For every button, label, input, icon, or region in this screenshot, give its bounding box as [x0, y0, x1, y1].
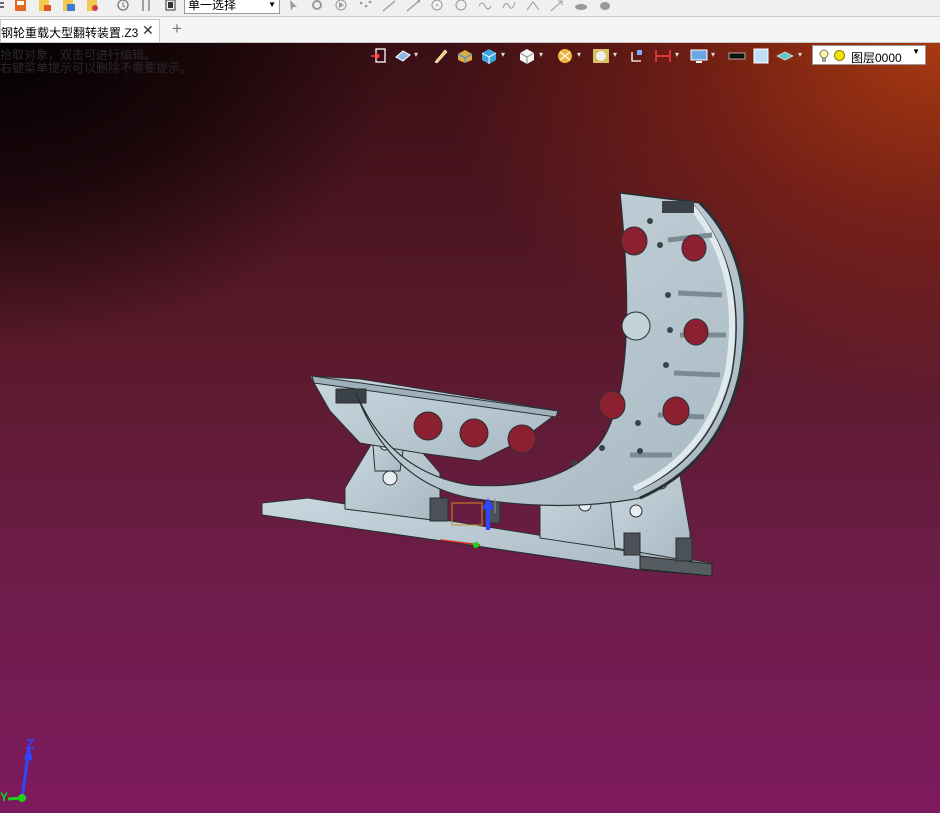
list-icon[interactable] [0, 0, 14, 12]
chevron-down-icon: ▼ [912, 47, 920, 56]
pen-icon[interactable] [432, 48, 450, 64]
axis-y-label: Y [0, 790, 9, 804]
curve-icon[interactable] [478, 0, 492, 12]
layer-dropdown[interactable]: 图层0000 ▼ [812, 45, 926, 65]
zoom-icon[interactable] [592, 48, 610, 64]
add-tab-icon[interactable]: + [172, 20, 182, 37]
viewport-hint: 拾取对象，双击可进行编辑。 右键菜单提示可以删除不需要提示。 [0, 49, 192, 75]
color-black-icon[interactable] [728, 48, 746, 64]
selection-mode-value: 单一选择 [188, 0, 237, 12]
chevron-down-icon[interactable]: ▾ [711, 50, 715, 59]
layer-name: 图层0000 [851, 51, 902, 65]
close-tab-icon[interactable]: ✕ [142, 23, 154, 37]
export-icon[interactable] [38, 0, 52, 12]
chevron-down-icon[interactable]: ▾ [613, 50, 617, 59]
layer-icon[interactable] [776, 48, 794, 64]
arrow-icon[interactable] [550, 0, 564, 12]
layer-status-dot [834, 50, 845, 61]
stop-icon[interactable] [140, 0, 154, 12]
play-icon[interactable] [334, 0, 348, 12]
view-toolbar: ▾ ▾ ▾ ▾ ▾ ▾ ▾ ▾ [370, 46, 810, 68]
section-icon[interactable] [556, 48, 574, 64]
project-icon[interactable] [526, 0, 540, 12]
shaded-icon[interactable] [456, 48, 474, 64]
import-icon[interactable] [62, 0, 76, 12]
document-tab-bar: 钢轮重载大型翻转装置.Z3 ✕ + [0, 17, 940, 43]
chevron-down-icon: ▼ [268, 0, 276, 9]
3d-viewport[interactable]: 拾取对象，双击可进行编辑。 右键菜单提示可以删除不需要提示。 ▾ ▾ ▾ ▾ ▾… [0, 43, 940, 813]
cube-white-icon[interactable] [518, 48, 536, 64]
chevron-down-icon[interactable]: ▾ [414, 50, 418, 59]
chevron-down-icon[interactable]: ▾ [798, 50, 802, 59]
document-tab-title: 钢轮重载大型翻转装置.Z3 [1, 26, 139, 40]
hat-icon[interactable] [574, 0, 588, 12]
color-box-icon[interactable] [752, 48, 770, 64]
measure-icon[interactable] [654, 48, 672, 64]
arc-icon[interactable] [454, 0, 468, 12]
chevron-down-icon[interactable]: ▾ [675, 50, 679, 59]
display-icon[interactable] [690, 48, 708, 64]
exit-icon[interactable] [370, 48, 388, 64]
main-toolbar: 单一选择 ▼ [0, 0, 940, 17]
rotate-icon[interactable] [628, 48, 646, 64]
selection-mode-dropdown[interactable]: 单一选择 ▼ [184, 0, 280, 14]
chevron-down-icon[interactable]: ▾ [577, 50, 581, 59]
line2-icon[interactable] [406, 0, 420, 12]
filter-icon[interactable] [116, 0, 130, 12]
render-mode-icon[interactable] [394, 48, 412, 64]
settings-icon[interactable] [310, 0, 324, 12]
save-icon[interactable] [14, 0, 28, 12]
history-icon[interactable] [86, 0, 100, 12]
arrow-pick-icon[interactable] [288, 0, 302, 12]
circle-icon[interactable] [430, 0, 444, 12]
flip-device-model[interactable] [0, 43, 940, 813]
points-icon[interactable] [358, 0, 372, 12]
hint-line-2: 右键菜单提示可以删除不需要提示。 [0, 61, 193, 75]
spline-icon[interactable] [502, 0, 516, 12]
cube-blue-icon[interactable] [480, 48, 498, 64]
lightbulb-icon[interactable] [818, 49, 830, 63]
pick-icon[interactable] [164, 0, 178, 12]
document-tab[interactable]: 钢轮重载大型翻转装置.Z3 ✕ [0, 19, 160, 42]
chevron-down-icon[interactable]: ▾ [501, 50, 505, 59]
teapot-icon[interactable] [598, 0, 612, 12]
axis-triad [7, 746, 33, 802]
axis-z-label: Z [26, 736, 35, 752]
line-icon[interactable] [382, 0, 396, 12]
chevron-down-icon[interactable]: ▾ [539, 50, 543, 59]
